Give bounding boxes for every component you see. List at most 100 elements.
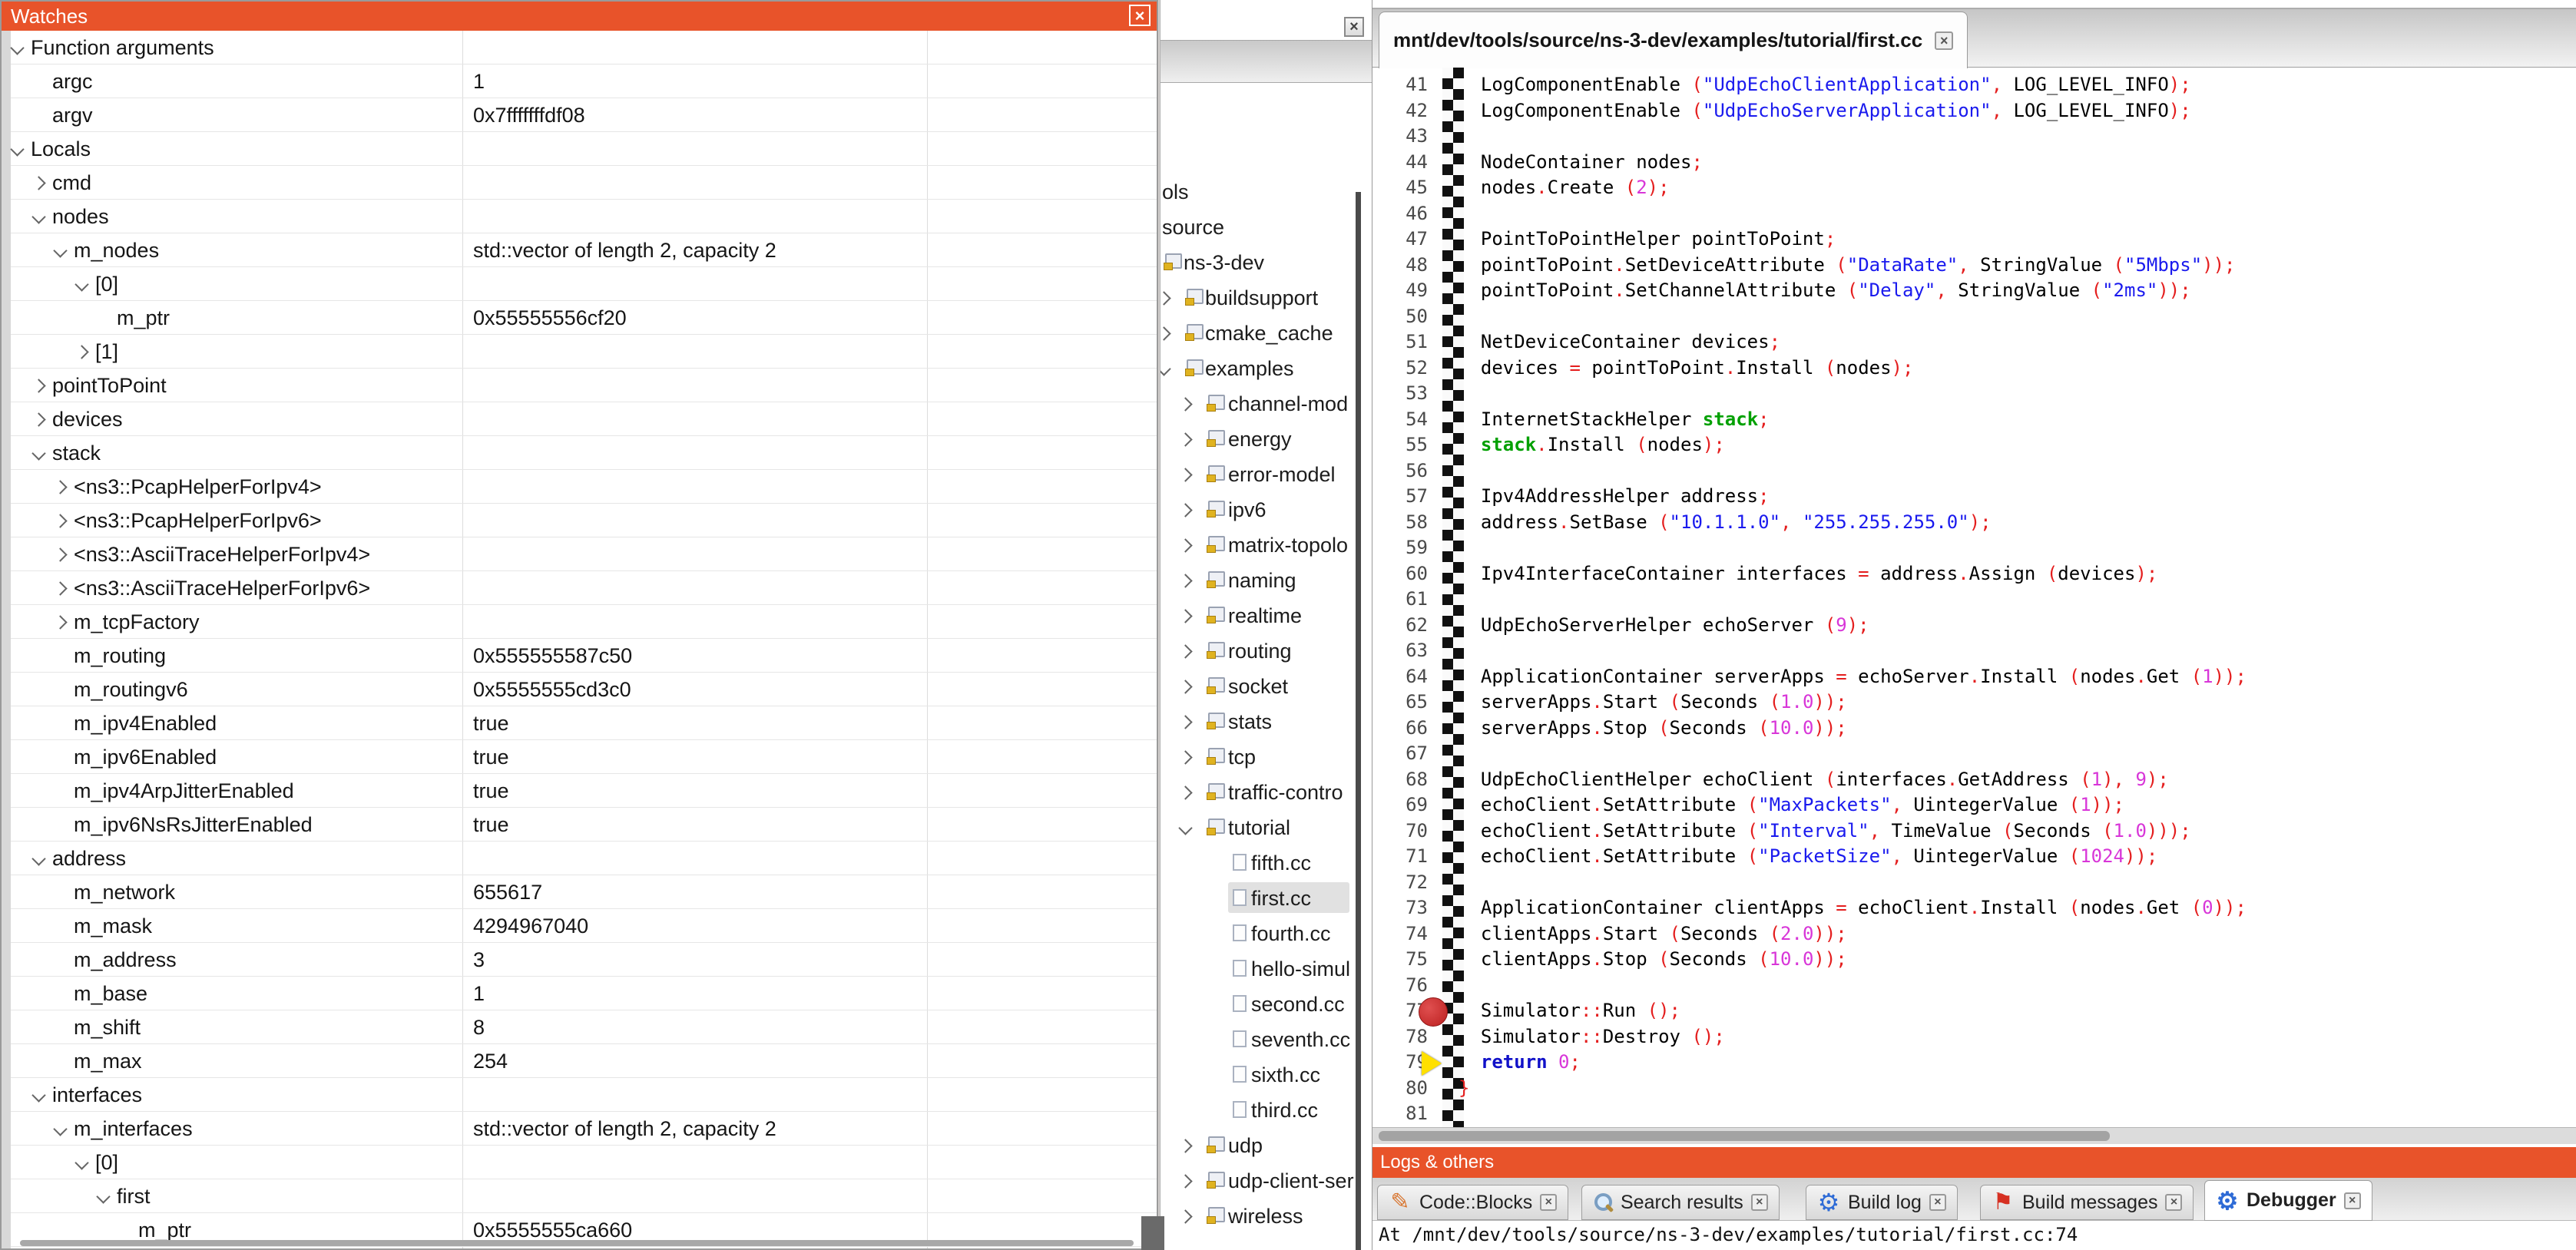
chevron-down-icon[interactable] [31,210,45,223]
line-number-79[interactable]: 79 [1372,1051,1428,1073]
watch-row-m-routing[interactable]: m_routing0x555555587c50 [11,639,1157,673]
chevron-right-icon[interactable] [53,547,67,561]
tree-item-wireless[interactable]: wireless [1161,1199,1366,1234]
tree-vertical-scrollbar[interactable] [1356,192,1361,1250]
watch-row-m-ipv4arpjitterenabled[interactable]: m_ipv4ArpJitterEnabledtrue [11,774,1157,808]
watch-row-address[interactable]: address [11,842,1157,875]
line-number-60[interactable]: 60 [1372,563,1428,584]
chevron-down-icon[interactable] [74,277,88,291]
tab-close-icon[interactable]: × [1751,1194,1768,1211]
tree-item-realtime[interactable]: realtime [1161,598,1366,633]
tree-item-energy[interactable]: energy [1161,422,1366,457]
line-number-74[interactable]: 74 [1372,923,1428,944]
chevron-right-icon[interactable] [1178,468,1192,481]
line-number-64[interactable]: 64 [1372,666,1428,687]
watch-row-argc[interactable]: argc1 [11,64,1157,98]
line-number-72[interactable]: 72 [1372,871,1428,893]
tree-item-traffic-contro[interactable]: traffic-contro [1161,775,1366,810]
logs-tab-debugger[interactable]: Debugger× [2204,1180,2372,1221]
chevron-right-icon[interactable] [1178,1209,1192,1223]
chevron-right-icon[interactable] [1178,785,1192,799]
chevron-down-icon[interactable] [31,1088,45,1102]
watch-row--ns3-pcaphelperforipv4-[interactable]: <ns3::PcapHelperForIpv4> [11,470,1157,504]
tree-item-third-cc[interactable]: third.cc [1161,1093,1366,1128]
watches-title-bar[interactable]: Watches × [2,2,1157,31]
chevron-down-icon[interactable] [53,243,67,257]
chevron-right-icon[interactable] [1178,609,1192,623]
line-number-46[interactable]: 46 [1372,203,1428,224]
editor-hscroll-thumb[interactable] [1379,1131,2110,1141]
line-number-63[interactable]: 63 [1372,640,1428,661]
line-number-55[interactable]: 55 [1372,434,1428,455]
breakpoint-icon[interactable] [1419,997,1448,1027]
chevron-down-icon[interactable] [1160,362,1171,375]
tree-item-hello-simul[interactable]: hello-simul [1161,951,1366,987]
line-number-80[interactable]: 80 [1372,1077,1428,1099]
line-number-67[interactable]: 67 [1372,742,1428,764]
line-number-42[interactable]: 42 [1372,100,1428,121]
tree-item-fourth-cc[interactable]: fourth.cc [1161,916,1366,951]
watch-row--ns3-asciitracehelperforipv4-[interactable]: <ns3::AsciiTraceHelperForIpv4> [11,537,1157,571]
chevron-right-icon[interactable] [31,379,45,392]
watch-row-function-arguments[interactable]: Function arguments [11,31,1157,64]
chevron-right-icon[interactable] [53,480,67,494]
tree-item-tcp[interactable]: tcp [1161,739,1366,775]
chevron-down-icon[interactable] [1178,821,1192,835]
watch-row-m-ptr[interactable]: m_ptr0x55555556cf20 [11,301,1157,335]
tree-item-second-cc[interactable]: second.cc [1161,987,1366,1022]
watch-row-m-network[interactable]: m_network655617 [11,875,1157,909]
chevron-right-icon[interactable] [1178,432,1192,446]
watch-row--ns3-asciitracehelperforipv6-[interactable]: <ns3::AsciiTraceHelperForIpv6> [11,571,1157,605]
tree-item-buildsupport[interactable]: buildsupport [1161,280,1366,316]
watch-row-first[interactable]: first [11,1179,1157,1213]
watch-row-m-base[interactable]: m_base1 [11,977,1157,1010]
chevron-down-icon[interactable] [31,852,45,865]
tree-item-first-cc[interactable]: first.cc [1161,881,1366,916]
chevron-right-icon[interactable] [1178,503,1192,517]
chevron-right-icon[interactable] [74,345,88,359]
watch-row-m-max[interactable]: m_max254 [11,1044,1157,1078]
editor-tab-close-icon[interactable]: × [1935,31,1953,50]
line-number-44[interactable]: 44 [1372,151,1428,173]
tree-item-udp-client-ser[interactable]: udp-client-ser [1161,1163,1366,1199]
line-number-50[interactable]: 50 [1372,306,1428,327]
line-number-62[interactable]: 62 [1372,614,1428,636]
tab-close-icon[interactable]: × [1929,1194,1946,1211]
watch-row-m-routingv6[interactable]: m_routingv60x5555555cd3c0 [11,673,1157,706]
tree-item-seventh-cc[interactable]: seventh.cc [1161,1022,1366,1057]
line-number-59[interactable]: 59 [1372,537,1428,558]
watch-row-m-ipv4enabled[interactable]: m_ipv4Enabledtrue [11,706,1157,740]
logs-tab-code-blocks[interactable]: Code::Blocks× [1377,1185,1568,1220]
editor-tab-first-cc[interactable]: mnt/dev/tools/source/ns-3-dev/examples/t… [1379,12,1968,68]
chevron-down-icon[interactable] [96,1189,110,1203]
chevron-down-icon[interactable] [31,446,45,460]
line-number-51[interactable]: 51 [1372,331,1428,352]
chevron-right-icon[interactable] [1178,715,1192,729]
tree-close-icon[interactable]: × [1344,17,1364,37]
watch-row-locals[interactable]: Locals [11,132,1157,166]
watch-row-m-interfaces[interactable]: m_interfacesstd::vector of length 2, cap… [11,1112,1157,1146]
watch-row-m-ipv6enabled[interactable]: m_ipv6Enabledtrue [11,740,1157,774]
watch-row--1-[interactable]: [1] [11,335,1157,369]
chevron-right-icon[interactable] [1178,750,1192,764]
watch-row-interfaces[interactable]: interfaces [11,1078,1157,1112]
line-number-56[interactable]: 56 [1372,460,1428,481]
tree-item-error-model[interactable]: error-model [1161,457,1366,492]
line-number-78[interactable]: 78 [1372,1026,1428,1047]
line-number-49[interactable]: 49 [1372,279,1428,301]
watch-row--ns3-pcaphelperforipv6-[interactable]: <ns3::PcapHelperForIpv6> [11,504,1157,537]
chevron-right-icon[interactable] [1178,1174,1192,1188]
logs-title-bar[interactable]: Logs & others [1372,1147,2576,1178]
tab-close-icon[interactable]: × [2165,1194,2182,1211]
line-number-73[interactable]: 73 [1372,897,1428,918]
line-number-61[interactable]: 61 [1372,588,1428,610]
watch-row-pointtopoint[interactable]: pointToPoint [11,369,1157,402]
chevron-down-icon[interactable] [10,41,24,55]
tree-item-source[interactable]: source [1161,210,1366,245]
watch-row--0-[interactable]: [0] [11,267,1157,301]
tree-item-ols[interactable]: ols [1161,174,1366,210]
tree-item-channel-mod[interactable]: channel-mod [1161,386,1366,422]
tree-item-ipv6[interactable]: ipv6 [1161,492,1366,527]
editor-horizontal-scrollbar[interactable] [1372,1127,2576,1144]
tree-item-sixth-cc[interactable]: sixth.cc [1161,1057,1366,1093]
